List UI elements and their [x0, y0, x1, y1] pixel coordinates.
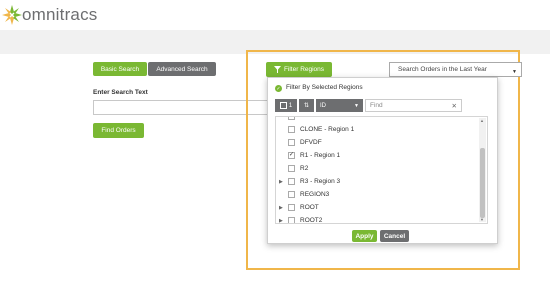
search-text-label: Enter Search Text [93, 89, 148, 96]
list-item[interactable]: ✓ R1 - Region 1 [276, 149, 476, 162]
list-item[interactable]: ▶ ROOT [276, 201, 476, 214]
find-input[interactable]: Find ✕ [365, 99, 462, 112]
app-header: omnitracs [0, 0, 550, 30]
checkbox[interactable] [288, 165, 295, 172]
list-item[interactable]: CLONE - Region 1 [276, 123, 476, 136]
checkbox[interactable] [288, 117, 295, 120]
list-item-label: CLONE - Region 1 [300, 126, 355, 133]
list-item-label: ROOT [300, 204, 319, 211]
checkbox[interactable]: ✓ [288, 152, 295, 159]
expand-icon[interactable]: ▶ [279, 218, 283, 224]
list-item-label: R1 - Region 1 [300, 152, 341, 159]
chevron-down-icon: ▼ [512, 69, 517, 75]
expand-icon[interactable]: ▶ [279, 205, 283, 211]
list-item-label: R3 - Region 3 [300, 178, 341, 185]
cancel-button[interactable]: Cancel [380, 230, 409, 242]
list-item[interactable]: ▶ R3 - Region 3 [276, 175, 476, 188]
list-item[interactable]: R2 [276, 162, 476, 175]
filter-regions-button[interactable]: Filter Regions [266, 62, 332, 77]
sort-arrows-icon: ⇅ [303, 103, 310, 109]
region-list: CLONE - Region 1 DFVDF ✓ R1 - Region 1 R2 ▶ R3… [275, 116, 488, 224]
scroll-up-icon[interactable]: ▲ [480, 118, 484, 123]
filter-regions-label: Filter Regions [283, 66, 325, 73]
selected-count: 1 [288, 102, 293, 109]
list-item-label: R2 [300, 165, 309, 172]
list-item[interactable]: REGION3 [276, 188, 476, 201]
filter-icon [273, 66, 281, 73]
logo-star-icon [2, 5, 22, 25]
tab-basic-search[interactable]: Basic Search [93, 62, 147, 76]
checkbox[interactable] [288, 217, 295, 223]
logo-text: omnitracs [22, 5, 98, 24]
expand-icon[interactable]: ▶ [279, 179, 283, 185]
selected-count-button[interactable]: 1 [275, 99, 297, 112]
list-item-label: REGION3 [300, 191, 330, 198]
apply-button[interactable]: Apply [352, 230, 377, 242]
clear-icon[interactable]: ✕ [452, 102, 457, 110]
date-range-value: Search Orders in the Last Year [398, 66, 487, 73]
list-item-label: DFVDF [300, 139, 322, 146]
tab-advanced-search[interactable]: Advanced Search [148, 62, 216, 76]
list-item[interactable] [276, 117, 476, 123]
checkbox[interactable] [288, 204, 295, 211]
checkbox[interactable] [288, 139, 295, 146]
checkbox-list-icon [279, 102, 287, 109]
checkbox[interactable] [288, 178, 295, 185]
scroll-down-icon[interactable]: ▼ [480, 217, 484, 222]
filter-by-selected-label: Filter By Selected Regions [286, 84, 363, 91]
find-placeholder: Find [370, 102, 383, 109]
find-orders-button[interactable]: Find Orders [93, 123, 144, 138]
check-circle-icon[interactable]: ✓ [275, 85, 282, 92]
sort-field-select[interactable]: ID ▼ [316, 99, 363, 112]
list-item-label: ROOT2 [300, 217, 323, 224]
list-item[interactable]: DFVDF [276, 136, 476, 149]
checkbox[interactable] [288, 126, 295, 133]
sort-field-value: ID [320, 102, 326, 109]
checkbox[interactable] [288, 191, 295, 198]
scroll-thumb[interactable] [480, 148, 485, 218]
omnitracs-logo[interactable]: omnitracs [0, 2, 120, 28]
date-range-select[interactable]: Search Orders in the Last Year ▼ [389, 62, 522, 77]
chevron-down-icon: ▼ [354, 102, 359, 109]
list-scrollbar[interactable]: ▲ ▼ [479, 118, 486, 222]
search-text-input[interactable] [93, 100, 268, 115]
list-item[interactable]: ▶ ROOT2 [276, 214, 476, 224]
sort-toggle-button[interactable]: ⇅ [299, 99, 314, 112]
filter-regions-panel: ✓ Filter By Selected Regions 1 ⇅ ID ▼ Fi… [267, 77, 498, 244]
